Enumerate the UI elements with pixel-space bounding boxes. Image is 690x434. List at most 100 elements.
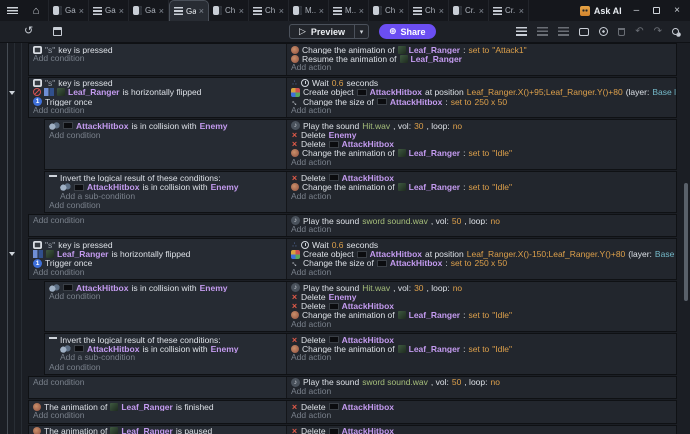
action-row[interactable]: ×Delete AttackHitbox [291, 427, 676, 434]
collapse-chevron-icon[interactable] [9, 91, 15, 95]
condition-row[interactable]: "s" key is pressed [33, 79, 286, 88]
add-action-link[interactable]: Add action [291, 192, 676, 201]
close-tab-icon[interactable]: × [519, 6, 524, 16]
search-icon[interactable] [672, 28, 679, 35]
action-row[interactable]: ♪Play the sound Hit.wav, vol: 30, loop: … [291, 121, 676, 130]
redo-icon[interactable]: ↷ [654, 27, 662, 37]
main-menu-button[interactable] [0, 0, 24, 21]
add-condition-link[interactable]: Add condition [49, 363, 286, 372]
close-tab-icon[interactable]: × [159, 6, 164, 16]
tab-ga-2[interactable]: Ga...× [129, 0, 169, 21]
action-row[interactable]: ∴Wait 0.6 seconds [291, 79, 676, 88]
add-action-link[interactable]: Add action [291, 411, 676, 420]
close-tab-icon[interactable]: × [239, 6, 244, 16]
undo-icon[interactable]: ↶ [635, 27, 643, 37]
action-row[interactable]: Change the animation of Leaf_Ranger: set… [291, 182, 676, 191]
preview-dropdown-button[interactable]: ▾ [355, 24, 369, 39]
preview-button[interactable]: ▷ Preview [289, 24, 355, 39]
condition-row[interactable]: Invert the logical result of these condi… [49, 173, 286, 182]
action-row[interactable]: ×Delete AttackHitbox [291, 173, 676, 182]
add-action-link[interactable]: Add action [291, 268, 676, 277]
condition-row[interactable]: AttackHitbox is in collision with Enemy [60, 182, 286, 191]
add-action-link[interactable]: Add action [291, 63, 676, 72]
circled-target-icon[interactable] [599, 27, 608, 36]
add-action-link[interactable]: Add action [291, 225, 676, 234]
close-tab-icon[interactable]: × [399, 6, 404, 16]
add-action-link[interactable]: Add action [291, 158, 676, 167]
event-block[interactable]: "s" key is pressedLeaf_Ranger is horizon… [28, 238, 677, 280]
add-condition-link[interactable]: Add condition [33, 106, 286, 115]
action-row[interactable]: Change the animation of Leaf_Ranger: set… [291, 344, 676, 353]
event-block[interactable]: AttackHitbox is in collision with EnemyA… [44, 119, 677, 170]
add-condition-link[interactable]: Add condition [33, 216, 286, 225]
action-row[interactable]: ↔Change the size of AttackHitbox: set to… [291, 97, 676, 106]
action-row[interactable]: Change the animation of Leaf_Ranger: set… [291, 149, 676, 158]
add-action-link[interactable]: Add action [291, 387, 676, 396]
minimize-button[interactable]: – [634, 6, 640, 16]
event-block[interactable]: The animation of Leaf_Ranger is finished… [28, 400, 677, 423]
action-row[interactable]: ↔Change the size of AttackHitbox: set to… [291, 259, 676, 268]
tab-ga-1[interactable]: Ga...× [89, 0, 129, 21]
action-row[interactable]: ×Delete AttackHitbox [291, 302, 676, 311]
collapse-chevron-icon[interactable] [9, 252, 15, 256]
action-row[interactable]: Change the animation of Leaf_Ranger: set… [291, 311, 676, 320]
action-row[interactable]: ×Delete AttackHitbox [291, 335, 676, 344]
ask-ai-button[interactable]: Ask AI [580, 6, 622, 16]
tab-ga-3[interactable]: Ga...× [169, 0, 209, 21]
event-block[interactable]: Add condition♪Play the sound sword sound… [28, 376, 677, 399]
action-row[interactable]: ×Delete AttackHitbox [291, 402, 676, 411]
condition-row[interactable]: AttackHitbox is in collision with Enemy [60, 344, 286, 353]
add-event-icon[interactable] [516, 27, 527, 36]
add-action-link[interactable]: Add action [291, 106, 676, 115]
action-row[interactable]: Create object AttackHitbox at position L… [291, 250, 676, 259]
event-block[interactable]: Invert the logical result of these condi… [44, 333, 677, 375]
event-block[interactable]: Invert the logical result of these condi… [44, 171, 677, 213]
tab-m-6[interactable]: M...× [289, 0, 329, 21]
event-block[interactable]: Add condition ♪Play the sound sword sound… [28, 214, 677, 237]
tab-ch-8[interactable]: Ch...× [369, 0, 409, 21]
close-tab-icon[interactable]: × [359, 6, 364, 16]
close-tab-icon[interactable]: × [479, 6, 484, 16]
action-row[interactable]: ×Delete Enemy [291, 131, 676, 140]
event-block[interactable]: The animation of Leaf_Ranger is pausedAd… [28, 425, 677, 434]
maximize-button[interactable] [653, 7, 660, 14]
action-row[interactable]: Create object AttackHitbox at position L… [291, 88, 676, 97]
condition-row[interactable]: Leaf_Ranger is horizontally flipped [33, 250, 286, 259]
action-row[interactable]: ♪Play the sound sword sound.wav, vol: 50… [291, 216, 676, 225]
add-condition-link[interactable]: Add condition [33, 411, 286, 420]
add-subevent-icon[interactable] [537, 27, 548, 36]
add-other-event-icon[interactable] [558, 27, 569, 36]
close-window-button[interactable]: × [674, 6, 680, 16]
add-condition-link[interactable]: Add condition [33, 268, 286, 277]
tab-ch-5[interactable]: Ch...× [249, 0, 289, 21]
add-action-link[interactable]: Add action [291, 353, 676, 362]
action-row[interactable]: ∴Wait 0.6 seconds [291, 240, 676, 249]
add-condition-link[interactable]: Add condition [33, 54, 286, 63]
event-block[interactable]: "s" key is pressedLeaf_Ranger is horizon… [28, 77, 677, 119]
action-row[interactable]: ×Delete AttackHitbox [291, 140, 676, 149]
close-tab-icon[interactable]: × [199, 6, 204, 16]
add-condition-link[interactable]: Add condition [49, 292, 286, 301]
action-row[interactable]: Resume the animation of Leaf_Ranger [291, 54, 676, 63]
action-row[interactable]: ×Delete Enemy [291, 292, 676, 301]
tab-m-7[interactable]: M...× [329, 0, 369, 21]
home-tab[interactable]: ⌂ [24, 0, 49, 21]
add-condition-link[interactable]: Add condition [49, 201, 286, 210]
condition-row[interactable]: Invert the logical result of these condi… [49, 335, 286, 344]
event-block[interactable]: AttackHitbox is in collision with EnemyA… [44, 281, 677, 332]
add-action-link[interactable]: Add action [291, 320, 676, 329]
tab-ch-4[interactable]: Ch...× [209, 0, 249, 21]
comment-icon[interactable] [579, 28, 589, 36]
add-condition-link[interactable]: Add condition [33, 378, 286, 387]
action-row[interactable]: Change the animation of Leaf_Ranger: set… [291, 45, 676, 54]
close-tab-icon[interactable]: × [439, 6, 444, 16]
history-icon[interactable]: ↺ [24, 26, 33, 37]
action-row[interactable]: ♪Play the sound Hit.wav, vol: 30, loop: … [291, 283, 676, 292]
close-tab-icon[interactable]: × [319, 6, 324, 16]
condition-row[interactable]: "s" key is pressed [33, 240, 286, 249]
close-tab-icon[interactable]: × [79, 6, 84, 16]
tab-cr-11[interactable]: Cr...× [489, 0, 529, 21]
trash-icon[interactable] [618, 28, 625, 36]
tab-ch-9[interactable]: Ch...× [409, 0, 449, 21]
event-block[interactable]: "s" key is pressedAdd conditionChange th… [28, 43, 677, 76]
